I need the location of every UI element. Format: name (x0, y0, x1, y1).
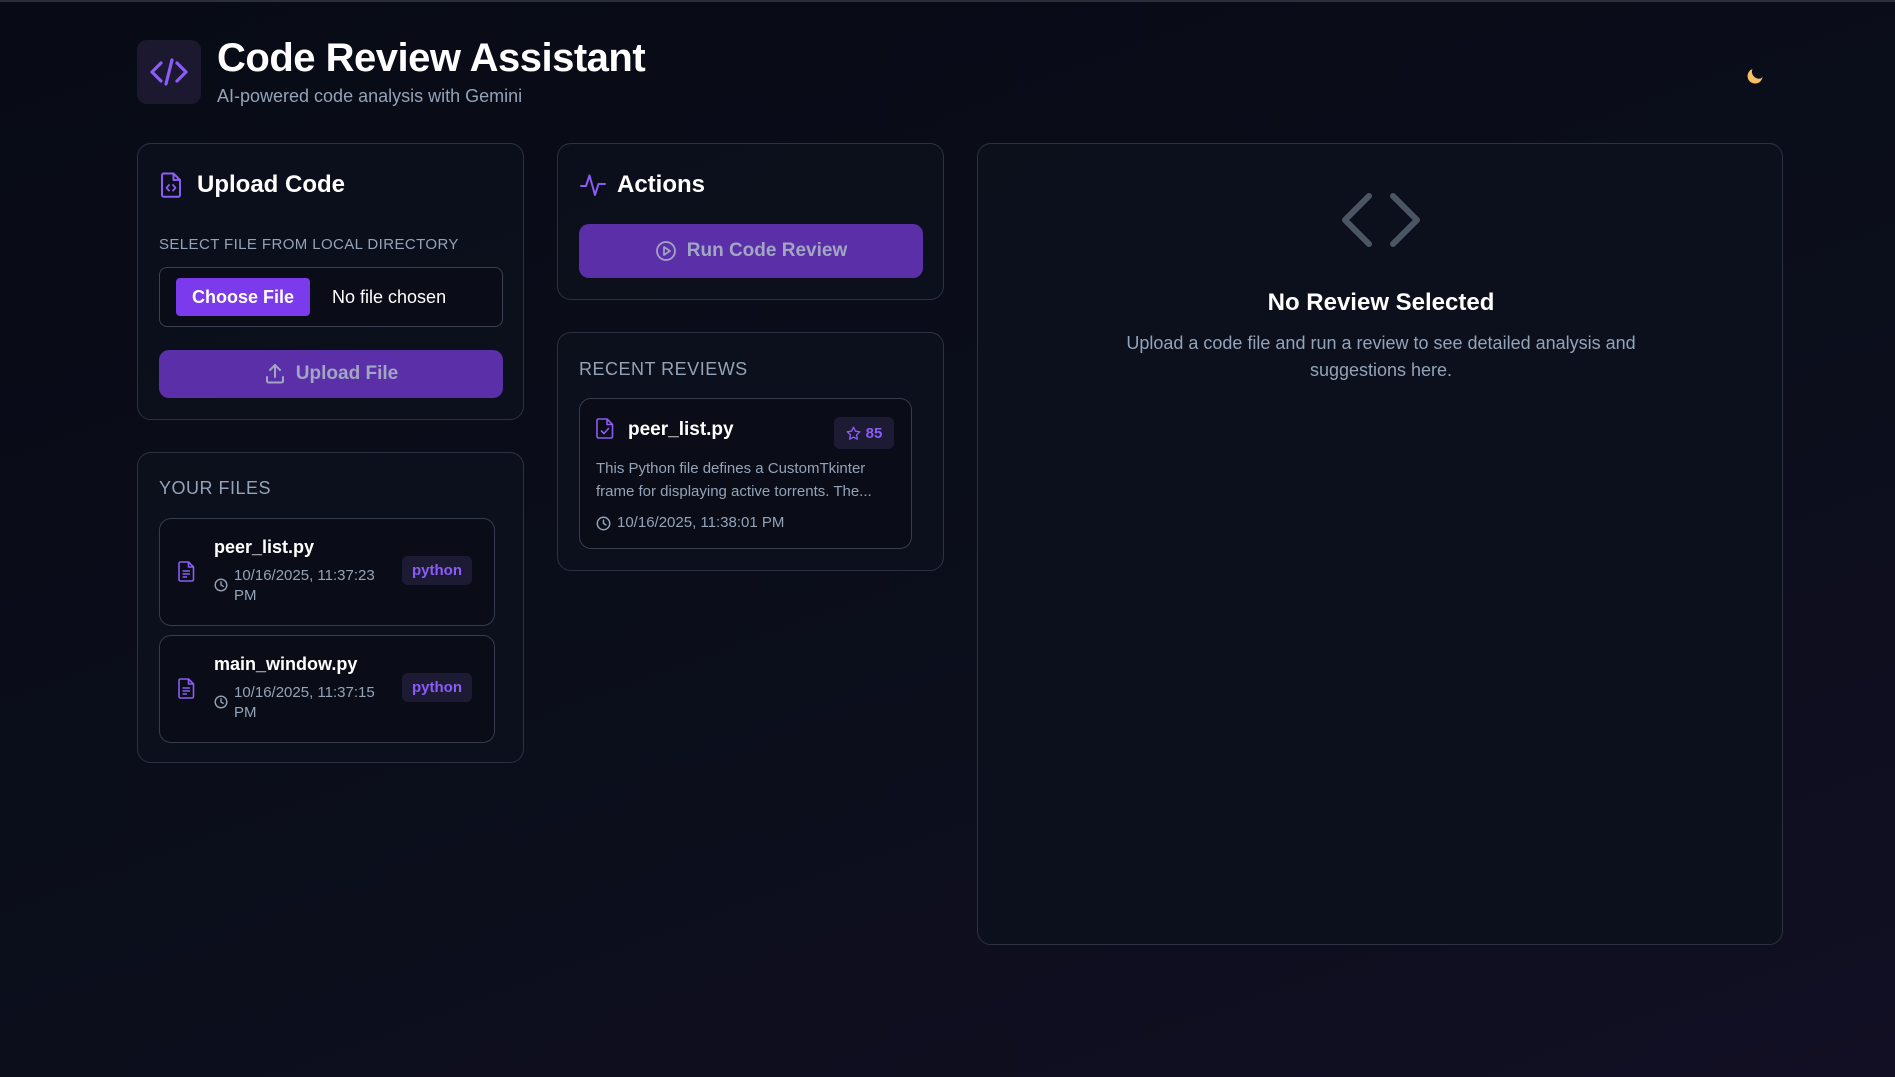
file-item[interactable]: peer_list.py 10/16/2025, 11:37:23 PM pyt… (159, 518, 495, 626)
upload-file-button[interactable]: Upload File (159, 350, 503, 398)
language-badge: python (402, 556, 472, 585)
file-item[interactable]: main_window.py 10/16/2025, 11:37:15 PM p… (159, 635, 495, 743)
file-code-icon (161, 172, 181, 198)
review-score: 85 (865, 424, 883, 442)
files-card-title: YOUR FILES (159, 478, 272, 498)
upload-icon (265, 364, 284, 384)
clock-icon (214, 695, 228, 709)
file-date: 10/16/2025, 11:37:15 PM (234, 684, 375, 721)
empty-state-description: Upload a code file and run a review to s… (1126, 333, 1636, 380)
actions-card-title: Actions (617, 171, 706, 198)
choose-file-button[interactable]: Choose File (176, 278, 311, 316)
app-logo (137, 40, 201, 104)
file-select-label: SELECT FILE FROM LOCAL DIRECTORY (159, 236, 459, 253)
star-icon (846, 426, 861, 440)
file-text-icon (178, 678, 195, 699)
review-item[interactable]: peer_list.py 85 This Python file defines… (579, 398, 912, 549)
app-title: Code Review Assistant (217, 36, 646, 80)
upload-card: Upload Code SELECT FILE FROM LOCAL DIREC… (137, 143, 524, 420)
review-description: This Python file defines a CustomTkinter… (596, 460, 872, 500)
file-input-status: No file chosen (332, 286, 447, 307)
code-brackets-icon (1342, 193, 1420, 247)
clock-icon (596, 516, 611, 531)
file-input[interactable]: Choose File No file chosen (159, 267, 503, 327)
activity-icon (580, 174, 606, 196)
review-date: 10/16/2025, 11:38:01 PM (617, 514, 785, 531)
code-icon (150, 58, 188, 86)
review-score-badge: 85 (834, 417, 894, 449)
file-text-icon (178, 561, 195, 582)
review-panel: No Review Selected Upload a code file an… (977, 143, 1783, 945)
actions-card: Actions Run Code Review (557, 143, 944, 300)
file-date: 10/16/2025, 11:37:23 PM (234, 567, 375, 604)
file-check-icon (596, 418, 614, 439)
recent-reviews-card: RECENT REVIEWS peer_list.py 85 This Pyth… (557, 332, 944, 571)
play-circle-icon (655, 241, 676, 261)
language-badge: python (402, 673, 472, 702)
empty-state-title: No Review Selected (1267, 289, 1495, 316)
files-card: YOUR FILES peer_list.py 10/16/2025, 11:3… (137, 452, 524, 763)
file-name: main_window.py (214, 654, 358, 674)
upload-file-label: Upload File (295, 363, 399, 384)
run-code-review-label: Run Code Review (686, 240, 848, 261)
recent-reviews-title: RECENT REVIEWS (579, 359, 748, 379)
run-code-review-button[interactable]: Run Code Review (579, 224, 923, 278)
app-subtitle: AI-powered code analysis with Gemini (217, 86, 523, 106)
theme-toggle-button[interactable] (1741, 60, 1771, 90)
upload-card-title: Upload Code (197, 171, 345, 198)
file-name: peer_list.py (214, 537, 315, 557)
clock-icon (214, 578, 228, 592)
moon-icon (1747, 69, 1763, 84)
review-file-name: peer_list.py (628, 419, 734, 440)
